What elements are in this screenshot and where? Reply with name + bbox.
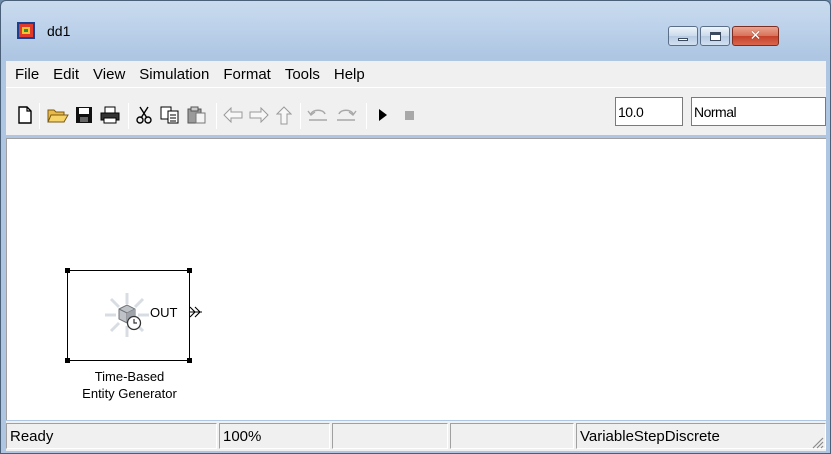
status-cell-3 — [332, 423, 448, 449]
menu-simulation[interactable]: Simulation — [132, 66, 216, 83]
maximize-button[interactable] — [700, 26, 730, 46]
window-title: dd1 — [47, 23, 71, 39]
status-bar: Ready 100% VariableStepDiscrete — [6, 421, 826, 451]
up-button[interactable] — [274, 104, 294, 126]
minimize-button[interactable] — [668, 26, 698, 46]
cut-button[interactable] — [134, 104, 154, 126]
cut-icon — [136, 106, 152, 124]
model-canvas[interactable]: OUT Time-Based Entity Generator — [6, 138, 826, 420]
toolbar-separator — [366, 103, 367, 129]
simulink-model-icon — [17, 22, 35, 39]
paste-button[interactable] — [186, 104, 208, 126]
status-zoom: 100% — [219, 423, 330, 449]
open-button[interactable] — [46, 104, 70, 126]
back-button[interactable] — [222, 104, 244, 126]
toolbar-separator — [216, 103, 217, 129]
menu-file[interactable]: File — [8, 66, 46, 83]
undo-icon — [307, 109, 327, 121]
status-solver: VariableStepDiscrete — [576, 423, 826, 449]
resize-grip-icon[interactable] — [810, 435, 824, 449]
stop-time-input[interactable] — [615, 97, 683, 126]
block-name-label[interactable]: Time-Based Entity Generator — [47, 368, 212, 402]
stop-simulation-button[interactable] — [401, 104, 417, 126]
paste-icon — [187, 106, 206, 124]
menu-tools[interactable]: Tools — [278, 66, 327, 83]
stop-simulation-icon — [404, 110, 414, 120]
forward-icon — [249, 107, 269, 123]
save-icon — [76, 107, 92, 123]
new-model-button[interactable] — [16, 104, 34, 126]
print-icon — [100, 106, 120, 124]
maximize-icon — [709, 31, 721, 41]
toolbar-separator — [300, 103, 301, 129]
selection-handle[interactable] — [65, 268, 70, 273]
undo-button[interactable] — [306, 104, 330, 126]
redo-icon — [337, 109, 357, 121]
status-state: Ready — [6, 423, 217, 449]
menu-edit[interactable]: Edit — [46, 66, 86, 83]
forward-button[interactable] — [248, 104, 270, 126]
copy-icon — [160, 106, 179, 124]
menu-bar: File Edit View Simulation Format Tools H… — [6, 61, 826, 87]
redo-button[interactable] — [334, 104, 358, 126]
close-icon: ✕ — [749, 28, 762, 44]
model-window: dd1 ✕ File Edit View Simulation Format T… — [0, 0, 831, 454]
new-model-icon — [18, 106, 32, 124]
selection-handle[interactable] — [187, 268, 192, 273]
open-icon — [47, 109, 69, 123]
start-simulation-button[interactable] — [374, 104, 392, 126]
simulation-mode-select[interactable] — [691, 97, 826, 126]
toolbar-separator — [39, 103, 40, 129]
menu-view[interactable]: View — [86, 66, 132, 83]
selection-handle[interactable] — [65, 358, 70, 363]
save-button[interactable] — [74, 104, 94, 126]
menu-help[interactable]: Help — [327, 66, 372, 83]
copy-button[interactable] — [159, 104, 181, 126]
toolbar-separator — [128, 103, 129, 129]
start-simulation-icon — [379, 109, 387, 121]
print-button[interactable] — [99, 104, 121, 126]
entity-generator-icon — [105, 293, 149, 337]
title-bar[interactable]: dd1 ✕ — [1, 1, 830, 57]
status-cell-4 — [450, 423, 574, 449]
block-name-line-1: Time-Based — [94, 369, 165, 384]
up-icon — [276, 105, 292, 124]
back-icon — [223, 107, 243, 123]
output-port-arrow[interactable] — [189, 306, 205, 318]
menu-format[interactable]: Format — [216, 66, 278, 83]
selection-handle[interactable] — [187, 358, 192, 363]
close-button[interactable]: ✕ — [732, 26, 779, 46]
block-name-line-2: Entity Generator — [82, 386, 177, 401]
out-port-label: OUT — [150, 305, 178, 320]
minimize-icon — [678, 37, 688, 41]
